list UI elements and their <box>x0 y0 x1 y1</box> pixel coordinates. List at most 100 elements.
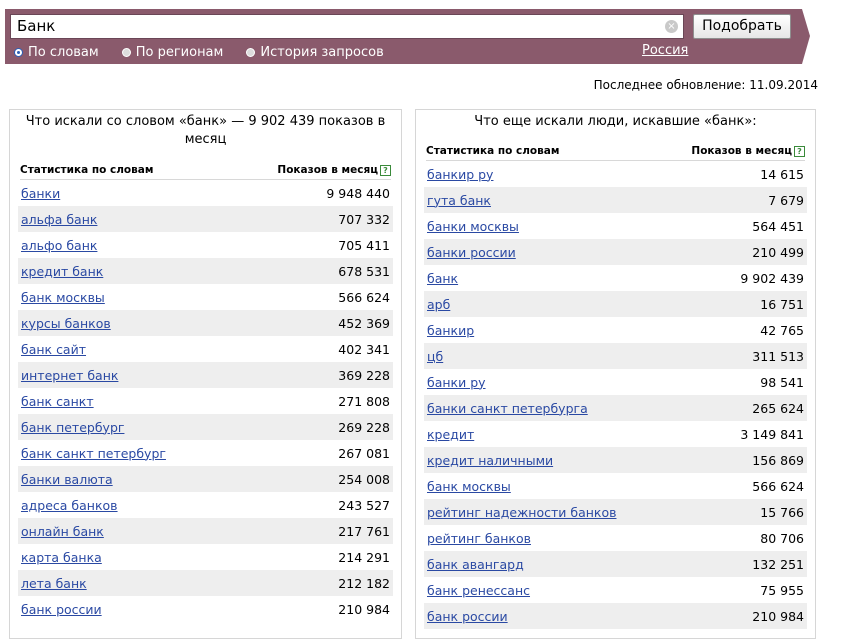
search-input[interactable]: Банк × <box>10 14 684 39</box>
query-link[interactable]: банк москвы <box>21 290 105 305</box>
impressions-count: 678 531 <box>338 263 390 279</box>
query-link[interactable]: гута банк <box>427 193 491 208</box>
query-link[interactable]: банк авангард <box>427 557 524 572</box>
table-row: банк санкт 271 808 <box>18 388 393 414</box>
related-queries-panel: Что еще искали люди, искавшие «банк»: Ст… <box>415 109 816 639</box>
query-link[interactable]: цб <box>427 349 443 364</box>
clear-icon[interactable]: × <box>665 20 678 33</box>
impressions-count: 16 751 <box>760 296 804 312</box>
table-row: альфа банк 707 332 <box>18 206 393 232</box>
table-row: банк ренессанс 75 955 <box>424 577 807 603</box>
radio-icon[interactable] <box>121 47 131 57</box>
query-link[interactable]: кредит <box>427 427 474 442</box>
help-icon[interactable]: ? <box>380 164 391 176</box>
search-mode-group: По словам По регионам История запросов <box>14 44 407 60</box>
query-link[interactable]: карта банка <box>21 550 102 565</box>
impressions-count: 214 291 <box>338 549 390 565</box>
query-link[interactable]: банки москвы <box>427 219 519 234</box>
query-link[interactable]: банк сайт <box>21 342 86 357</box>
query-link[interactable]: банкир <box>427 323 474 338</box>
impressions-count: 269 228 <box>338 419 390 435</box>
query-link[interactable]: банки валюта <box>21 472 113 487</box>
impressions-count: 14 615 <box>760 166 804 182</box>
column-header-count: Показов в месяц? <box>277 164 391 176</box>
query-link[interactable]: банк санкт петербург <box>21 446 166 461</box>
impressions-count: 3 149 841 <box>740 426 804 442</box>
query-link[interactable]: банк ренессанс <box>427 583 530 598</box>
query-link[interactable]: рейтинг банков <box>427 531 531 546</box>
radio-icon[interactable] <box>246 47 256 57</box>
query-link[interactable]: кредит банк <box>21 264 103 279</box>
query-link[interactable]: банки санкт петербурга <box>427 401 588 416</box>
query-link[interactable]: лета банк <box>21 576 87 591</box>
table-row: онлайн банк 217 761 <box>18 518 393 544</box>
query-link[interactable]: кредит наличными <box>427 453 553 468</box>
impressions-count: 402 341 <box>338 341 390 357</box>
table-row: цб 311 513 <box>424 343 807 369</box>
table-row: банк санкт петербург 267 081 <box>18 440 393 466</box>
impressions-count: 566 624 <box>338 289 390 305</box>
impressions-count: 75 955 <box>760 582 804 598</box>
help-icon[interactable]: ? <box>794 145 805 157</box>
query-link[interactable]: курсы банков <box>21 316 111 331</box>
table-row: интернет банк 369 228 <box>18 362 393 388</box>
table-row: банкир ру 14 615 <box>424 161 807 187</box>
impressions-count: 98 541 <box>760 374 804 390</box>
last-updated-text: Последнее обновление: 11.09.2014 <box>593 78 818 92</box>
panel-title: Что еще искали люди, искавшие «банк»: <box>474 114 757 129</box>
impressions-count: 212 182 <box>338 575 390 591</box>
impressions-count: 42 765 <box>760 322 804 338</box>
radio-selected-icon[interactable] <box>14 47 23 57</box>
table-row: гута банк 7 679 <box>424 187 807 213</box>
impressions-count: 267 081 <box>338 445 390 461</box>
table-row: карта банка 214 291 <box>18 544 393 570</box>
table-row: лета банк 212 182 <box>18 570 393 596</box>
query-link[interactable]: банки ру <box>427 375 486 390</box>
table-row: банки санкт петербурга 265 624 <box>424 395 807 421</box>
impressions-count: 707 332 <box>338 211 390 227</box>
table-row: банк сайт 402 341 <box>18 336 393 362</box>
query-link[interactable]: адреса банков <box>21 498 118 513</box>
query-link[interactable]: банки <box>21 186 60 201</box>
table-row: рейтинг надежности банков 15 766 <box>424 499 807 525</box>
region-link[interactable]: Россия <box>642 43 688 58</box>
impressions-count: 210 499 <box>752 244 804 260</box>
impressions-count: 311 513 <box>752 348 804 364</box>
query-link[interactable]: банк <box>427 271 458 286</box>
impressions-count: 254 008 <box>338 471 390 487</box>
table-row: рейтинг банков 80 706 <box>424 525 807 551</box>
impressions-count: 80 706 <box>760 530 804 546</box>
query-link[interactable]: альфа банк <box>21 212 97 227</box>
query-link[interactable]: интернет банк <box>21 368 118 383</box>
query-link[interactable]: альфо банк <box>21 238 97 253</box>
table-row: кредит 3 149 841 <box>424 421 807 447</box>
query-link[interactable]: банк петербург <box>21 420 124 435</box>
table-row: банк 9 902 439 <box>424 265 807 291</box>
search-input-value[interactable]: Банк <box>17 17 55 35</box>
query-link[interactable]: онлайн банк <box>21 524 104 539</box>
mode-by-regions[interactable]: По регионам <box>121 45 223 60</box>
mode-query-history[interactable]: История запросов <box>246 44 384 60</box>
query-link[interactable]: банкир ру <box>427 167 493 182</box>
query-link[interactable]: арб <box>427 297 450 312</box>
mode-by-words[interactable]: По словам <box>14 45 99 60</box>
impressions-count: 369 228 <box>338 367 390 383</box>
table-row: банки ру 98 541 <box>424 369 807 395</box>
table-row: банк москвы 566 624 <box>424 473 807 499</box>
query-link[interactable]: рейтинг надежности банков <box>427 505 616 520</box>
results-list: банки 9 948 440 альфа банк 707 332 альфо бан… <box>18 180 393 622</box>
impressions-count: 243 527 <box>338 497 390 513</box>
submit-button[interactable]: Подобрать <box>693 14 791 39</box>
table-row: банки москвы 564 451 <box>424 213 807 239</box>
table-header: Статистика по словам Показов в месяц? <box>20 161 391 180</box>
query-link[interactable]: банк санкт <box>21 394 94 409</box>
table-row: кредит банк 678 531 <box>18 258 393 284</box>
query-link[interactable]: банк россии <box>21 602 102 617</box>
query-link[interactable]: банк москвы <box>427 479 511 494</box>
table-row: банкир 42 765 <box>424 317 807 343</box>
mode-label: История запросов <box>260 44 384 60</box>
impressions-count: 265 624 <box>752 400 804 416</box>
query-link[interactable]: банки россии <box>427 245 516 260</box>
query-link[interactable]: банк россии <box>427 609 508 624</box>
table-row: банк петербург 269 228 <box>18 414 393 440</box>
